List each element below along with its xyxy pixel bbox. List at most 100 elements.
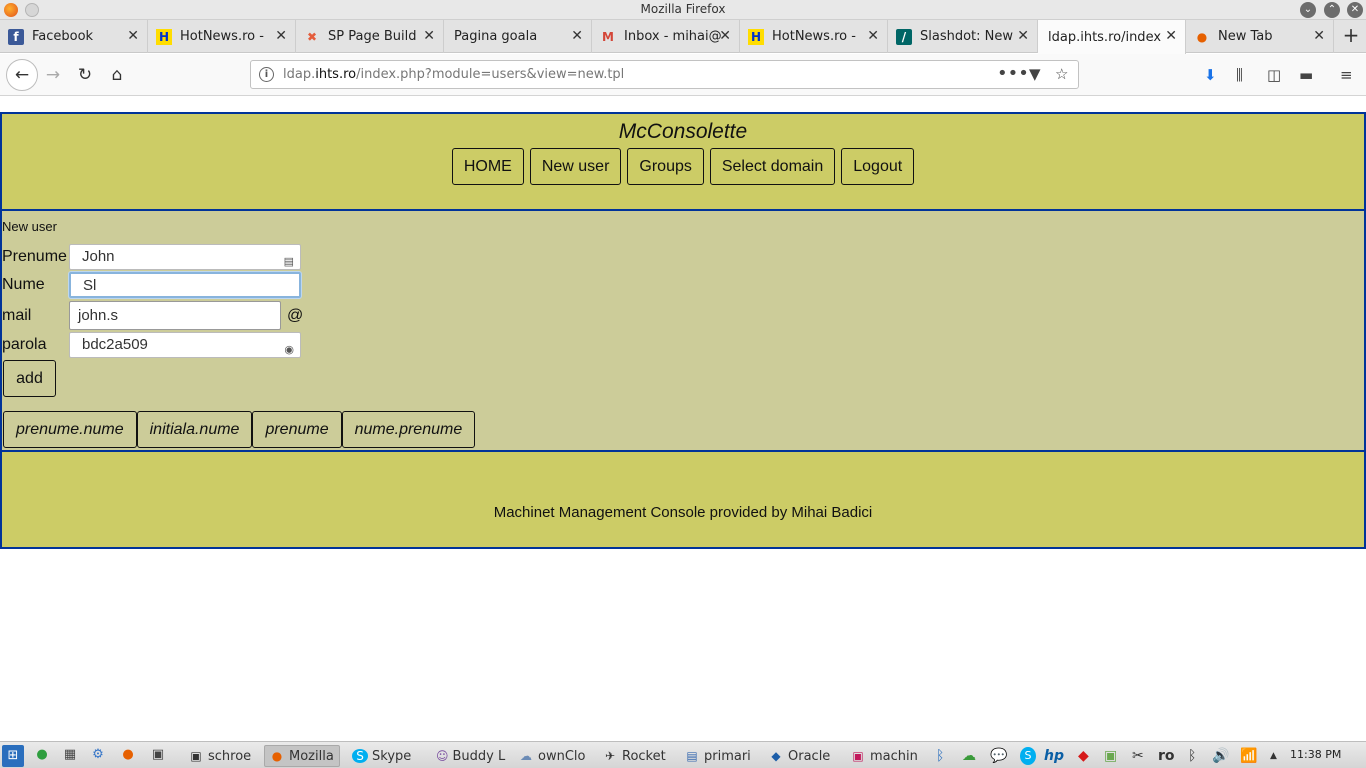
new-user-section: New user Prenume John ▤ Nume Sl mail joh… xyxy=(0,211,1366,450)
task-oracle[interactable]: ◆ Oracle xyxy=(764,745,844,767)
terminal-icon[interactable]: ▣ xyxy=(150,747,166,763)
keyboard-layout[interactable]: ro xyxy=(1158,747,1175,765)
logout-button[interactable]: Logout xyxy=(841,148,915,185)
extension-icon[interactable]: ▬ xyxy=(1299,66,1313,84)
alert-icon[interactable]: ◆ xyxy=(1078,747,1089,765)
back-arrow-icon[interactable]: ← xyxy=(6,59,38,91)
tray-expand-icon[interactable]: ▲ xyxy=(1270,747,1277,765)
update-icon[interactable]: ▣ xyxy=(1104,747,1117,765)
home-icon[interactable]: ⌂ xyxy=(102,60,132,90)
task-mozilla[interactable]: ● Mozilla xyxy=(264,745,340,767)
mail-value: john.s xyxy=(78,307,119,324)
firefox-icon[interactable]: ● xyxy=(120,747,136,763)
task-label: ownClo xyxy=(538,748,586,764)
forward-arrow-icon[interactable]: → xyxy=(38,60,68,90)
tab-ldap-active[interactable]: ldap.ihts.ro/index ✕ xyxy=(1038,20,1186,54)
library-icon[interactable]: ⫼ xyxy=(1236,66,1243,84)
close-window-button[interactable]: ✕ xyxy=(1347,2,1363,18)
groups-button[interactable]: Groups xyxy=(627,148,704,185)
mail-input[interactable]: john.s xyxy=(69,301,281,330)
close-icon[interactable]: ✕ xyxy=(571,28,583,44)
colors-icon[interactable]: ● xyxy=(34,747,50,763)
footer-text: Machinet Management Console provided by … xyxy=(493,504,873,521)
tab-sp-page-builder[interactable]: ✖ SP Page Build ✕ xyxy=(296,20,444,53)
task-rocket[interactable]: ✈ Rocket xyxy=(598,745,676,767)
tab-new-tab[interactable]: ● New Tab ✕ xyxy=(1186,20,1334,53)
start-menu-icon[interactable]: ⊞ xyxy=(2,745,24,767)
more-actions-icon[interactable]: ••• xyxy=(997,63,1029,84)
nume-input[interactable]: Sl xyxy=(69,272,301,298)
pattern-initiala-nume-button[interactable]: initiala.nume xyxy=(136,411,253,448)
window-titlebar: Mozilla Firefox ⌄ ⌃ ✕ xyxy=(0,0,1366,20)
task-machin[interactable]: ▣ machin xyxy=(846,745,926,767)
task-buddy-list[interactable]: ☺ Buddy L xyxy=(432,745,508,767)
tab-label: Inbox - mihai@ xyxy=(624,29,722,44)
close-icon[interactable]: ✕ xyxy=(423,28,435,44)
pocket-icon[interactable]: ▼ xyxy=(1029,65,1041,83)
skype-tray-icon[interactable]: S xyxy=(1020,747,1036,765)
window-title: Mozilla Firefox xyxy=(640,2,726,16)
tab-slashdot[interactable]: / Slashdot: New ✕ xyxy=(888,20,1038,53)
close-icon[interactable]: ✕ xyxy=(867,28,879,44)
close-icon[interactable]: ✕ xyxy=(1165,28,1177,44)
close-icon[interactable]: ✕ xyxy=(275,28,287,44)
tab-facebook[interactable]: f Facebook ✕ xyxy=(0,20,148,53)
home-button[interactable]: HOME xyxy=(451,148,524,185)
task-schroe[interactable]: ▣ schroe xyxy=(184,745,260,767)
hp-icon[interactable]: hp xyxy=(1044,747,1064,765)
reload-icon[interactable]: ↻ xyxy=(70,60,100,90)
parola-label: parola xyxy=(2,336,47,353)
task-skype[interactable]: S Skype xyxy=(348,745,424,767)
bluetooth-icon[interactable]: ᛒ xyxy=(1188,747,1196,765)
task-label: Rocket xyxy=(622,748,666,764)
cloud-icon: ☁ xyxy=(520,749,532,763)
url-bar[interactable]: i ldap.ihts.ro/index.php?module=users&vi… xyxy=(250,60,1079,89)
info-icon[interactable]: i xyxy=(259,67,274,82)
clock[interactable]: 11:38 PM xyxy=(1290,748,1341,761)
close-icon[interactable]: ✕ xyxy=(1313,28,1325,44)
maximize-button[interactable]: ⌃ xyxy=(1324,2,1340,18)
tab-hotnews-2[interactable]: H HotNews.ro - ✕ xyxy=(740,20,888,53)
wifi-icon[interactable]: 📶 xyxy=(1240,747,1257,765)
sidebar-icon[interactable]: ◫ xyxy=(1267,66,1281,84)
url-text[interactable]: ldap.ihts.ro/index.php?module=users&view… xyxy=(283,67,624,82)
file-manager-icon[interactable]: ▦ xyxy=(62,747,78,763)
minimize-button[interactable]: ⌄ xyxy=(1300,2,1316,18)
virtualbox-icon: ◆ xyxy=(771,749,781,763)
prenume-input[interactable]: John ▤ xyxy=(69,244,301,270)
menu-hamburger-icon[interactable]: ≡ xyxy=(1340,66,1353,84)
tab-pagina-goala[interactable]: Pagina goala ✕ xyxy=(444,20,592,53)
prenume-row: Prenume John ▤ xyxy=(2,244,301,270)
task-label: machin xyxy=(870,748,918,764)
pattern-nume-prenume-button[interactable]: nume.prenume xyxy=(341,411,476,448)
chat-icon[interactable]: 💬 xyxy=(990,747,1007,765)
bluetooth-icon[interactable]: ᛒ xyxy=(936,747,944,765)
close-icon[interactable]: ✕ xyxy=(127,28,139,44)
task-label: Skype xyxy=(372,748,412,764)
pattern-prenume-nume-button[interactable]: prenume.nume xyxy=(3,411,137,448)
contact-card-icon[interactable]: ▤ xyxy=(284,250,294,274)
task-label: schroe xyxy=(208,748,252,764)
joomla-icon: ✖ xyxy=(306,29,318,44)
password-key-icon[interactable]: ◉ xyxy=(284,338,294,362)
close-icon[interactable]: ✕ xyxy=(719,28,731,44)
firefox-icon: ● xyxy=(1196,29,1208,44)
task-owncloud[interactable]: ☁ ownClo xyxy=(514,745,594,767)
download-icon[interactable]: ⬇ xyxy=(1204,66,1217,84)
pattern-prenume-button[interactable]: prenume xyxy=(252,411,342,448)
select-domain-button[interactable]: Select domain xyxy=(709,148,836,185)
at-sign: @ xyxy=(287,306,304,324)
tab-gmail-inbox[interactable]: M Inbox - mihai@ ✕ xyxy=(592,20,740,53)
task-primari[interactable]: ▤ primari xyxy=(680,745,760,767)
scissors-icon[interactable]: ✂ xyxy=(1132,747,1144,765)
tab-hotnews-1[interactable]: H HotNews.ro - ✕ xyxy=(148,20,296,53)
cloud-sync-icon[interactable]: ☁ xyxy=(962,747,976,765)
parola-input[interactable]: bdc2a509 ◉ xyxy=(69,332,301,358)
bookmark-star-icon[interactable]: ☆ xyxy=(1055,65,1068,83)
new-tab-button[interactable]: + xyxy=(1336,20,1366,53)
close-icon[interactable]: ✕ xyxy=(1017,28,1029,44)
new-user-button[interactable]: New user xyxy=(529,148,622,185)
add-button[interactable]: add xyxy=(3,360,56,397)
volume-icon[interactable]: 🔊 xyxy=(1212,747,1229,765)
settings-gear-icon[interactable]: ⚙ xyxy=(90,747,106,763)
